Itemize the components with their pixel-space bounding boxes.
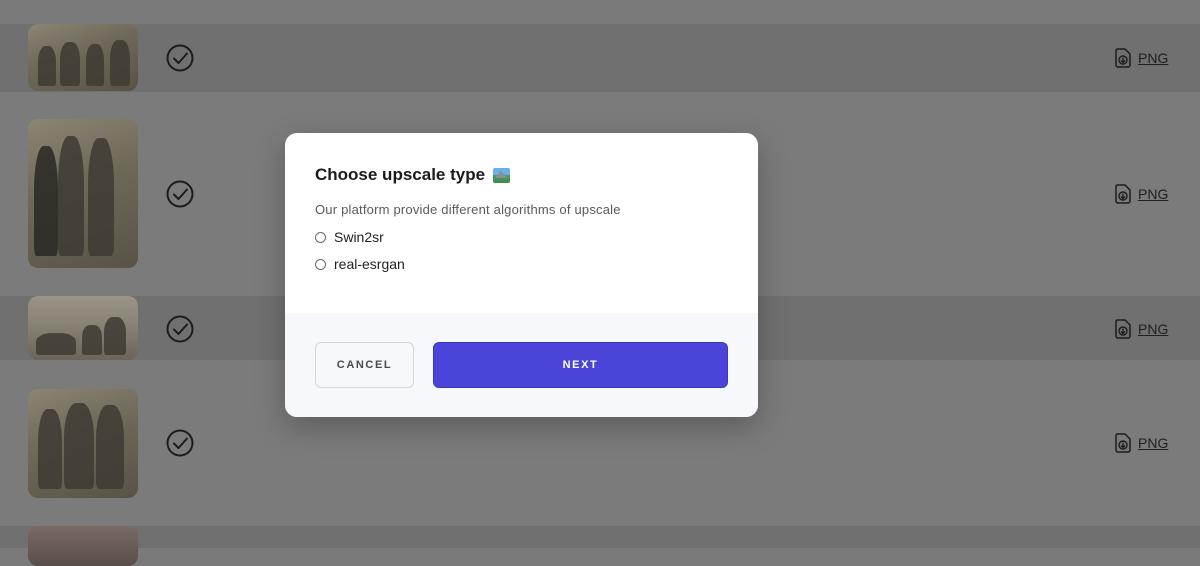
option-label: Swin2sr — [334, 229, 384, 245]
list-item: PNG — [0, 24, 1200, 92]
download-format-label: PNG — [1138, 186, 1169, 202]
cancel-button[interactable]: CANCEL — [315, 342, 414, 388]
radio-button[interactable] — [315, 231, 326, 243]
next-button[interactable]: NEXT — [433, 342, 728, 388]
download-file-icon — [1115, 433, 1131, 453]
dialog-body: Choose upscale type Our platform provide… — [285, 133, 758, 313]
download-png-link[interactable]: PNG — [1114, 47, 1168, 69]
radio-button[interactable] — [315, 258, 326, 270]
dialog-subtitle: Our platform provide different algorithm… — [315, 202, 621, 217]
dialog-footer: CANCEL NEXT — [285, 313, 758, 417]
dialog-title-text: Choose upscale type — [315, 165, 486, 184]
image-thumbnail[interactable] — [28, 389, 138, 498]
list-item — [0, 526, 1200, 566]
download-format-label: PNG — [1138, 435, 1169, 451]
option-swin2sr[interactable]: Swin2sr — [315, 229, 728, 245]
option-label: real-esrgan — [334, 256, 405, 272]
download-file-icon — [1115, 184, 1131, 204]
option-real-esrgan[interactable]: real-esrgan — [315, 256, 728, 272]
download-format-label: PNG — [1138, 321, 1169, 337]
landscape-photo-icon — [493, 167, 511, 183]
download-file-icon — [1115, 48, 1131, 68]
dialog-title: Choose upscale type — [315, 165, 728, 185]
image-thumbnail[interactable] — [28, 526, 138, 566]
check-circle-icon — [166, 44, 194, 72]
download-format-label: PNG — [1138, 50, 1169, 66]
image-thumbnail[interactable] — [28, 24, 138, 91]
check-circle-icon — [166, 180, 194, 208]
upscale-type-dialog: Choose upscale type Our platform provide… — [285, 133, 758, 417]
download-file-icon — [1115, 319, 1131, 339]
check-circle-icon — [166, 429, 194, 457]
image-thumbnail[interactable] — [28, 296, 138, 360]
download-png-link[interactable]: PNG — [1114, 183, 1168, 205]
check-circle-icon — [166, 315, 194, 343]
image-thumbnail[interactable] — [28, 119, 138, 268]
download-png-link[interactable]: PNG — [1114, 318, 1168, 340]
download-png-link[interactable]: PNG — [1114, 432, 1168, 454]
